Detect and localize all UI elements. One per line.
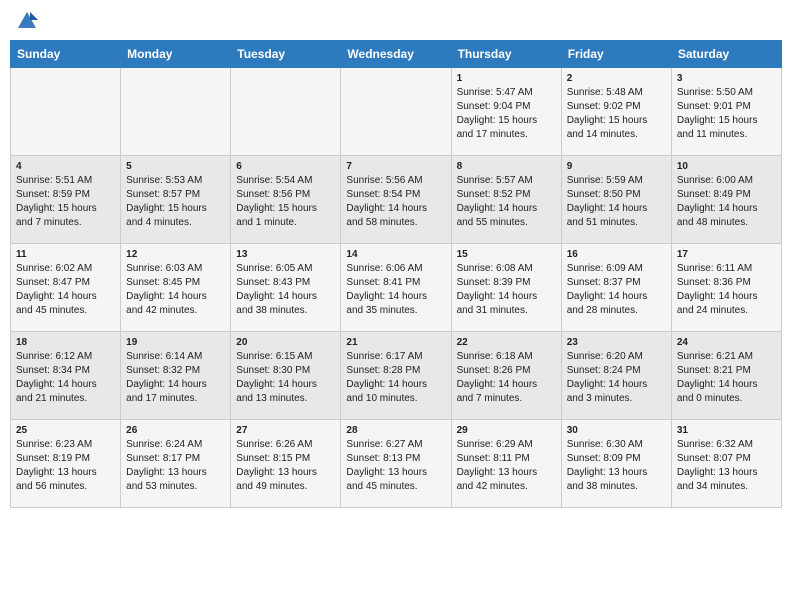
day-number: 23Sunrise: 6:20 AMSunset: 8:24 PMDayligh…	[567, 337, 648, 404]
header-cell-sunday: Sunday	[11, 41, 121, 68]
day-number: 25Sunrise: 6:23 AMSunset: 8:19 PMDayligh…	[16, 425, 97, 492]
calendar-cell: 7Sunrise: 5:56 AMSunset: 8:54 PMDaylight…	[341, 156, 451, 244]
day-number: 14Sunrise: 6:06 AMSunset: 8:41 PMDayligh…	[346, 249, 427, 316]
calendar-cell: 15Sunrise: 6:08 AMSunset: 8:39 PMDayligh…	[451, 244, 561, 332]
calendar-cell: 26Sunrise: 6:24 AMSunset: 8:17 PMDayligh…	[121, 420, 231, 508]
header-cell-friday: Friday	[561, 41, 671, 68]
day-number: 13Sunrise: 6:05 AMSunset: 8:43 PMDayligh…	[236, 249, 317, 316]
week-row-5: 25Sunrise: 6:23 AMSunset: 8:19 PMDayligh…	[11, 420, 782, 508]
calendar-cell: 9Sunrise: 5:59 AMSunset: 8:50 PMDaylight…	[561, 156, 671, 244]
calendar-cell: 24Sunrise: 6:21 AMSunset: 8:21 PMDayligh…	[671, 332, 781, 420]
day-number: 12Sunrise: 6:03 AMSunset: 8:45 PMDayligh…	[126, 249, 207, 316]
week-row-2: 4Sunrise: 5:51 AMSunset: 8:59 PMDaylight…	[11, 156, 782, 244]
header-cell-monday: Monday	[121, 41, 231, 68]
day-number: 21Sunrise: 6:17 AMSunset: 8:28 PMDayligh…	[346, 337, 427, 404]
header-cell-tuesday: Tuesday	[231, 41, 341, 68]
calendar-cell: 6Sunrise: 5:54 AMSunset: 8:56 PMDaylight…	[231, 156, 341, 244]
calendar-header: SundayMondayTuesdayWednesdayThursdayFrid…	[11, 41, 782, 68]
day-number: 28Sunrise: 6:27 AMSunset: 8:13 PMDayligh…	[346, 425, 427, 492]
calendar-cell: 23Sunrise: 6:20 AMSunset: 8:24 PMDayligh…	[561, 332, 671, 420]
day-number: 2Sunrise: 5:48 AMSunset: 9:02 PMDaylight…	[567, 73, 648, 140]
day-number: 29Sunrise: 6:29 AMSunset: 8:11 PMDayligh…	[457, 425, 538, 492]
header-row: SundayMondayTuesdayWednesdayThursdayFrid…	[11, 41, 782, 68]
calendar-cell: 20Sunrise: 6:15 AMSunset: 8:30 PMDayligh…	[231, 332, 341, 420]
day-number: 27Sunrise: 6:26 AMSunset: 8:15 PMDayligh…	[236, 425, 317, 492]
calendar-cell: 14Sunrise: 6:06 AMSunset: 8:41 PMDayligh…	[341, 244, 451, 332]
calendar-cell: 5Sunrise: 5:53 AMSunset: 8:57 PMDaylight…	[121, 156, 231, 244]
calendar-cell: 4Sunrise: 5:51 AMSunset: 8:59 PMDaylight…	[11, 156, 121, 244]
day-number: 20Sunrise: 6:15 AMSunset: 8:30 PMDayligh…	[236, 337, 317, 404]
page-header	[10, 10, 782, 32]
calendar-cell: 12Sunrise: 6:03 AMSunset: 8:45 PMDayligh…	[121, 244, 231, 332]
calendar-cell: 29Sunrise: 6:29 AMSunset: 8:11 PMDayligh…	[451, 420, 561, 508]
calendar-cell: 11Sunrise: 6:02 AMSunset: 8:47 PMDayligh…	[11, 244, 121, 332]
calendar-cell: 16Sunrise: 6:09 AMSunset: 8:37 PMDayligh…	[561, 244, 671, 332]
calendar-cell	[11, 68, 121, 156]
logo-icon	[16, 10, 38, 32]
logo	[14, 10, 38, 32]
day-number: 11Sunrise: 6:02 AMSunset: 8:47 PMDayligh…	[16, 249, 97, 316]
day-number: 22Sunrise: 6:18 AMSunset: 8:26 PMDayligh…	[457, 337, 538, 404]
day-number: 18Sunrise: 6:12 AMSunset: 8:34 PMDayligh…	[16, 337, 97, 404]
calendar-cell: 1Sunrise: 5:47 AMSunset: 9:04 PMDaylight…	[451, 68, 561, 156]
day-number: 19Sunrise: 6:14 AMSunset: 8:32 PMDayligh…	[126, 337, 207, 404]
calendar-table: SundayMondayTuesdayWednesdayThursdayFrid…	[10, 40, 782, 508]
day-number: 31Sunrise: 6:32 AMSunset: 8:07 PMDayligh…	[677, 425, 758, 492]
day-number: 7Sunrise: 5:56 AMSunset: 8:54 PMDaylight…	[346, 161, 427, 228]
calendar-cell	[121, 68, 231, 156]
calendar-cell: 2Sunrise: 5:48 AMSunset: 9:02 PMDaylight…	[561, 68, 671, 156]
calendar-cell: 8Sunrise: 5:57 AMSunset: 8:52 PMDaylight…	[451, 156, 561, 244]
day-number: 26Sunrise: 6:24 AMSunset: 8:17 PMDayligh…	[126, 425, 207, 492]
calendar-cell: 18Sunrise: 6:12 AMSunset: 8:34 PMDayligh…	[11, 332, 121, 420]
calendar-cell: 10Sunrise: 6:00 AMSunset: 8:49 PMDayligh…	[671, 156, 781, 244]
header-cell-saturday: Saturday	[671, 41, 781, 68]
day-number: 9Sunrise: 5:59 AMSunset: 8:50 PMDaylight…	[567, 161, 648, 228]
day-number: 1Sunrise: 5:47 AMSunset: 9:04 PMDaylight…	[457, 73, 538, 140]
day-number: 4Sunrise: 5:51 AMSunset: 8:59 PMDaylight…	[16, 161, 97, 228]
day-number: 17Sunrise: 6:11 AMSunset: 8:36 PMDayligh…	[677, 249, 758, 316]
calendar-cell: 22Sunrise: 6:18 AMSunset: 8:26 PMDayligh…	[451, 332, 561, 420]
calendar-cell: 27Sunrise: 6:26 AMSunset: 8:15 PMDayligh…	[231, 420, 341, 508]
day-number: 10Sunrise: 6:00 AMSunset: 8:49 PMDayligh…	[677, 161, 758, 228]
week-row-4: 18Sunrise: 6:12 AMSunset: 8:34 PMDayligh…	[11, 332, 782, 420]
calendar-cell: 13Sunrise: 6:05 AMSunset: 8:43 PMDayligh…	[231, 244, 341, 332]
calendar-cell: 21Sunrise: 6:17 AMSunset: 8:28 PMDayligh…	[341, 332, 451, 420]
week-row-3: 11Sunrise: 6:02 AMSunset: 8:47 PMDayligh…	[11, 244, 782, 332]
day-number: 30Sunrise: 6:30 AMSunset: 8:09 PMDayligh…	[567, 425, 648, 492]
calendar-cell: 28Sunrise: 6:27 AMSunset: 8:13 PMDayligh…	[341, 420, 451, 508]
day-number: 16Sunrise: 6:09 AMSunset: 8:37 PMDayligh…	[567, 249, 648, 316]
calendar-cell: 31Sunrise: 6:32 AMSunset: 8:07 PMDayligh…	[671, 420, 781, 508]
day-number: 24Sunrise: 6:21 AMSunset: 8:21 PMDayligh…	[677, 337, 758, 404]
day-number: 15Sunrise: 6:08 AMSunset: 8:39 PMDayligh…	[457, 249, 538, 316]
calendar-cell: 30Sunrise: 6:30 AMSunset: 8:09 PMDayligh…	[561, 420, 671, 508]
week-row-1: 1Sunrise: 5:47 AMSunset: 9:04 PMDaylight…	[11, 68, 782, 156]
calendar-cell	[341, 68, 451, 156]
day-number: 6Sunrise: 5:54 AMSunset: 8:56 PMDaylight…	[236, 161, 317, 228]
calendar-cell: 3Sunrise: 5:50 AMSunset: 9:01 PMDaylight…	[671, 68, 781, 156]
calendar-cell	[231, 68, 341, 156]
header-cell-thursday: Thursday	[451, 41, 561, 68]
day-number: 5Sunrise: 5:53 AMSunset: 8:57 PMDaylight…	[126, 161, 207, 228]
calendar-cell: 19Sunrise: 6:14 AMSunset: 8:32 PMDayligh…	[121, 332, 231, 420]
header-cell-wednesday: Wednesday	[341, 41, 451, 68]
day-number: 3Sunrise: 5:50 AMSunset: 9:01 PMDaylight…	[677, 73, 758, 140]
calendar-cell: 17Sunrise: 6:11 AMSunset: 8:36 PMDayligh…	[671, 244, 781, 332]
calendar-cell: 25Sunrise: 6:23 AMSunset: 8:19 PMDayligh…	[11, 420, 121, 508]
calendar-body: 1Sunrise: 5:47 AMSunset: 9:04 PMDaylight…	[11, 68, 782, 508]
day-number: 8Sunrise: 5:57 AMSunset: 8:52 PMDaylight…	[457, 161, 538, 228]
